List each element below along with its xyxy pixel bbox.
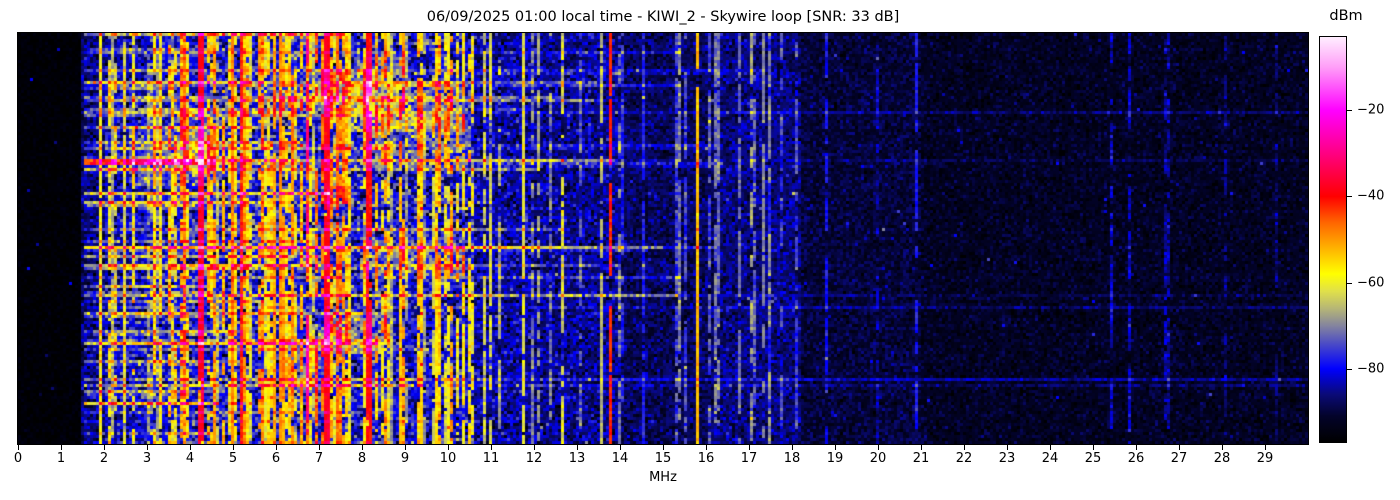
x-axis-tick-mark bbox=[921, 445, 922, 450]
x-axis-tick-label: 26 bbox=[1127, 451, 1145, 466]
x-axis-tick-label: 21 bbox=[912, 451, 930, 466]
x-axis-tick-mark bbox=[104, 445, 105, 450]
x-axis-tick-label: 15 bbox=[654, 451, 672, 466]
x-axis-tick-label: 8 bbox=[357, 451, 367, 466]
x-axis-tick-label: 27 bbox=[1170, 451, 1188, 466]
x-axis-tick-label: 5 bbox=[228, 451, 238, 466]
x-axis-tick-label: 22 bbox=[955, 451, 973, 466]
x-axis-tick-label: 0 bbox=[13, 451, 23, 466]
x-axis-tick-label: 24 bbox=[1041, 451, 1059, 466]
x-axis-tick-mark bbox=[233, 445, 234, 450]
x-axis-tick-mark bbox=[1222, 445, 1223, 450]
x-axis-tick-label: 14 bbox=[611, 451, 629, 466]
x-axis-tick-mark bbox=[1007, 445, 1008, 450]
x-axis-tick-mark bbox=[1136, 445, 1137, 450]
chart-title: 06/09/2025 01:00 local time - KIWI_2 - S… bbox=[426, 9, 900, 25]
x-axis-tick-label: 11 bbox=[482, 451, 500, 466]
colorbar-tick-mark bbox=[1347, 196, 1352, 198]
colorbar-gradient bbox=[1320, 37, 1346, 442]
x-axis-tick-label: 17 bbox=[740, 451, 758, 466]
x-axis-tick-mark bbox=[1093, 445, 1094, 450]
x-axis-tick-label: 9 bbox=[400, 451, 410, 466]
spectrogram-figure: 06/09/2025 01:00 local time - KIWI_2 - S… bbox=[0, 0, 1400, 500]
x-axis-tick-mark bbox=[792, 445, 793, 450]
x-axis-tick-label: 29 bbox=[1256, 451, 1274, 466]
x-axis-tick-mark bbox=[319, 445, 320, 450]
colorbar-tick-mark bbox=[1347, 110, 1352, 112]
x-axis-tick-mark bbox=[491, 445, 492, 450]
x-axis-tick-label: 28 bbox=[1213, 451, 1231, 466]
x-axis-tick-mark bbox=[835, 445, 836, 450]
x-axis-tick-mark bbox=[362, 445, 363, 450]
x-axis-tick-mark bbox=[18, 445, 19, 450]
colorbar-unit-label: dBm bbox=[1329, 8, 1363, 24]
x-axis-tick-label: 12 bbox=[525, 451, 543, 466]
x-axis-tick-label: 16 bbox=[697, 451, 715, 466]
x-axis-tick-mark bbox=[1265, 445, 1266, 450]
plot-frame bbox=[17, 32, 1309, 445]
x-axis-tick-mark bbox=[663, 445, 664, 450]
x-axis-tick-mark bbox=[147, 445, 148, 450]
colorbar-tick-label: −80 bbox=[1357, 361, 1385, 377]
x-axis-tick-label: 20 bbox=[869, 451, 887, 466]
x-axis-tick-label: 19 bbox=[826, 451, 844, 466]
colorbar-tick-label: −40 bbox=[1357, 188, 1385, 204]
x-axis-tick-mark bbox=[620, 445, 621, 450]
colorbar bbox=[1319, 36, 1347, 443]
colorbar-tick-mark bbox=[1347, 282, 1352, 284]
x-axis-tick-label: 3 bbox=[142, 451, 152, 466]
x-axis-tick-mark bbox=[448, 445, 449, 450]
x-axis-tick-mark bbox=[577, 445, 578, 450]
x-axis-tick-label: 13 bbox=[568, 451, 586, 466]
x-axis-tick-label: 18 bbox=[783, 451, 801, 466]
x-axis-tick-mark bbox=[964, 445, 965, 450]
x-axis-tick-mark bbox=[1179, 445, 1180, 450]
x-axis-tick-label: 23 bbox=[998, 451, 1016, 466]
x-axis-tick-mark bbox=[878, 445, 879, 450]
x-axis-tick-label: 10 bbox=[439, 451, 457, 466]
x-axis-tick-label: 7 bbox=[314, 451, 324, 466]
waterfall-canvas bbox=[18, 33, 1308, 444]
x-axis-tick-mark bbox=[190, 445, 191, 450]
x-axis-tick-label: 25 bbox=[1084, 451, 1102, 466]
x-axis-tick-mark bbox=[61, 445, 62, 450]
x-axis-tick-label: 6 bbox=[271, 451, 281, 466]
x-axis-tick-label: 2 bbox=[99, 451, 109, 466]
x-axis-tick-label: 4 bbox=[185, 451, 195, 466]
x-axis-tick-mark bbox=[276, 445, 277, 450]
colorbar-tick-label: −20 bbox=[1357, 102, 1385, 118]
x-axis-tick-mark bbox=[706, 445, 707, 450]
x-axis-tick-mark bbox=[749, 445, 750, 450]
x-axis-tick-mark bbox=[534, 445, 535, 450]
x-axis-tick-mark bbox=[1050, 445, 1051, 450]
colorbar-tick-label: −60 bbox=[1357, 275, 1385, 291]
colorbar-tick-mark bbox=[1347, 368, 1352, 370]
x-axis-tick-label: 1 bbox=[56, 451, 66, 466]
x-axis-tick-mark bbox=[405, 445, 406, 450]
x-axis-label: MHz bbox=[649, 470, 677, 485]
